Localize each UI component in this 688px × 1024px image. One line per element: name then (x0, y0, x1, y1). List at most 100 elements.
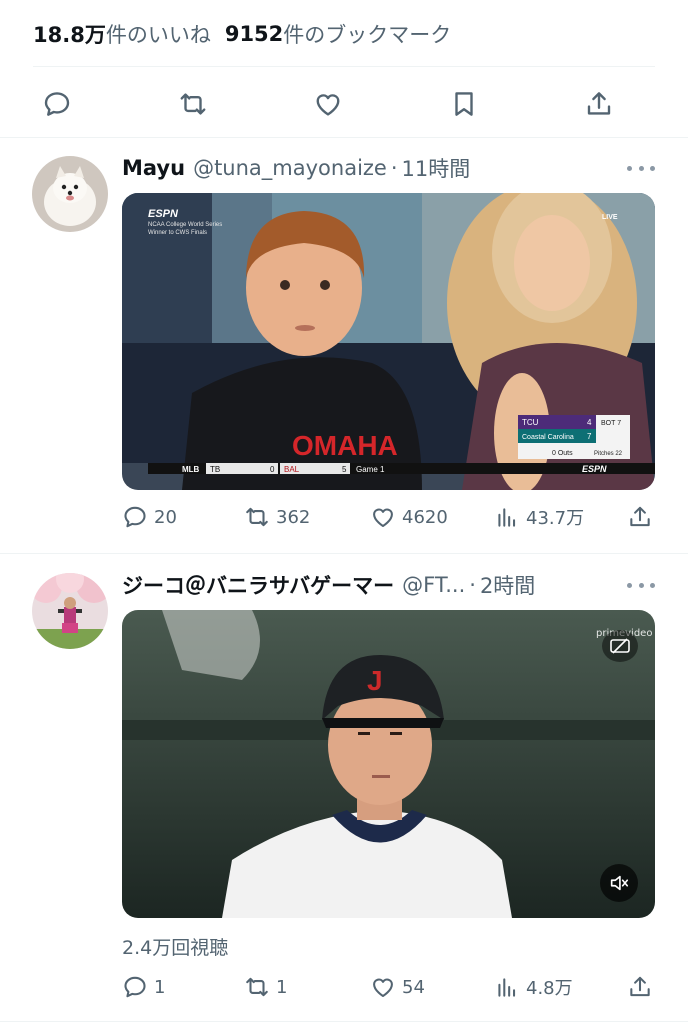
tweet-actions: 20 362 4620 43.7万 (122, 500, 655, 534)
more-dot-icon (650, 165, 655, 171)
handle[interactable]: @FT... (402, 573, 465, 597)
share-button[interactable] (627, 974, 653, 1000)
score-team2-runs: 7 (587, 432, 592, 441)
like-count: 54 (402, 976, 425, 998)
score-outs: 0 Outs (552, 450, 573, 457)
baseball-fan-photo: OMAHA ESPN NCAA College World Series Win… (122, 193, 655, 490)
like-button[interactable] (304, 80, 352, 128)
timestamp[interactable]: 2時間 (480, 570, 535, 600)
likes-label[interactable]: 件のいいね (106, 19, 211, 49)
ticker-home: BAL (284, 465, 300, 474)
views-chart-icon (498, 978, 516, 997)
ticker-home-score: 5 (342, 465, 347, 474)
retweet-icon (246, 507, 268, 527)
pomeranian-avatar-image (32, 156, 108, 232)
mute-button[interactable] (600, 864, 638, 902)
tweet-header: Mayu @tuna_mayonaize · 11時間 (122, 153, 470, 183)
divider (0, 553, 688, 554)
divider (33, 66, 655, 67)
like-icon (373, 978, 393, 998)
tweet-image[interactable]: OMAHA ESPN NCAA College World Series Win… (122, 193, 655, 490)
bookmarks-count[interactable]: 9152 (225, 22, 283, 46)
share-button[interactable] (627, 504, 653, 530)
score-team1: TCU (522, 418, 539, 427)
share-icon (587, 92, 611, 115)
retweet-icon (180, 93, 205, 115)
reply-button[interactable]: 1 (122, 974, 165, 1000)
reply-count: 20 (154, 506, 177, 528)
more-dot-icon (650, 582, 655, 588)
captions-off-icon (610, 638, 630, 654)
reply-icon (44, 92, 70, 116)
event-caption: NCAA College World Series (148, 222, 222, 228)
espn-logo-ticker: ESPN (582, 464, 607, 474)
reply-icon (124, 506, 146, 528)
event-caption: Winner to CWS Finals (148, 230, 207, 236)
reply-icon (124, 976, 146, 998)
like-count: 4620 (402, 506, 448, 528)
engagement-stats: 18.8万 件のいいね 9152 件のブックマーク (33, 18, 451, 50)
retweet-count: 362 (276, 506, 311, 528)
video-view-count: 2.4万回視聴 (122, 936, 229, 959)
more-options-button[interactable] (627, 158, 655, 178)
score-inning: BOT 7 (601, 420, 621, 427)
more-dot-icon (638, 582, 644, 588)
reply-button[interactable] (33, 80, 81, 128)
score-pitches: Pitches 22 (594, 451, 623, 457)
score-team2: Coastal Carolina (522, 434, 574, 441)
views-chart-icon (498, 508, 516, 527)
retweet-button[interactable]: 362 (244, 504, 310, 530)
share-button[interactable] (575, 80, 623, 128)
divider (0, 137, 688, 138)
views-button[interactable]: 43.7万 (494, 504, 584, 530)
tweet-actions: 1 1 54 4.8万 (122, 970, 655, 1004)
views-button[interactable]: 4.8万 (494, 974, 573, 1000)
bookmark-button[interactable] (440, 80, 488, 128)
bookmark-icon (454, 92, 473, 116)
timestamp[interactable]: 11時間 (402, 153, 471, 183)
live-tag: LIVE (602, 214, 618, 221)
like-icon (373, 508, 393, 528)
ticker-away: TB (210, 465, 220, 474)
retweet-button[interactable]: 1 (244, 974, 287, 1000)
divider (0, 1021, 688, 1022)
ticker-away-score: 0 (270, 465, 275, 474)
helmet-letter: J (367, 665, 383, 696)
likes-count[interactable]: 18.8万 (33, 19, 106, 49)
baseball-player-video-frame: J (122, 610, 655, 918)
avatar[interactable] (32, 573, 108, 649)
captions-button[interactable] (602, 630, 638, 662)
view-count: 4.8万 (526, 978, 573, 999)
tweet-header: ジーコ＠バニラサバゲーマー @FT... · 2時間 (122, 570, 535, 600)
cherry-blossom-avatar-image (32, 573, 108, 649)
more-dot-icon (638, 165, 644, 171)
more-dot-icon (627, 582, 632, 588)
retweet-count: 1 (276, 976, 288, 998)
ticker-game: Game 1 (356, 465, 385, 474)
shirt-text: OMAHA (292, 430, 398, 461)
like-button[interactable]: 54 (370, 974, 425, 1000)
ticker-league: MLB (182, 465, 200, 474)
share-icon (630, 506, 650, 527)
separator-dot: · (469, 573, 476, 597)
separator-dot: · (390, 156, 398, 180)
share-icon (630, 976, 650, 997)
score-team1-runs: 4 (587, 418, 592, 427)
retweet-button[interactable] (169, 80, 217, 128)
view-count: 43.7万 (526, 508, 585, 529)
handle[interactable]: @tuna_mayonaize (193, 156, 387, 180)
more-options-button[interactable] (627, 575, 655, 595)
reply-button[interactable]: 20 (122, 504, 177, 530)
like-button[interactable]: 4620 (370, 504, 448, 530)
espn-logo-top: ESPN (148, 208, 179, 220)
tweet-video[interactable]: J (122, 610, 655, 918)
display-name[interactable]: ジーコ＠バニラサバゲーマー (122, 570, 394, 600)
speaker-muted-icon (610, 875, 629, 891)
bookmarks-label[interactable]: 件のブックマーク (283, 19, 451, 49)
tweet-action-bar (33, 80, 623, 128)
more-dot-icon (627, 165, 632, 171)
display-name[interactable]: Mayu (122, 156, 185, 180)
like-icon (316, 94, 340, 116)
reply-count: 1 (154, 976, 166, 998)
avatar[interactable] (32, 156, 108, 232)
